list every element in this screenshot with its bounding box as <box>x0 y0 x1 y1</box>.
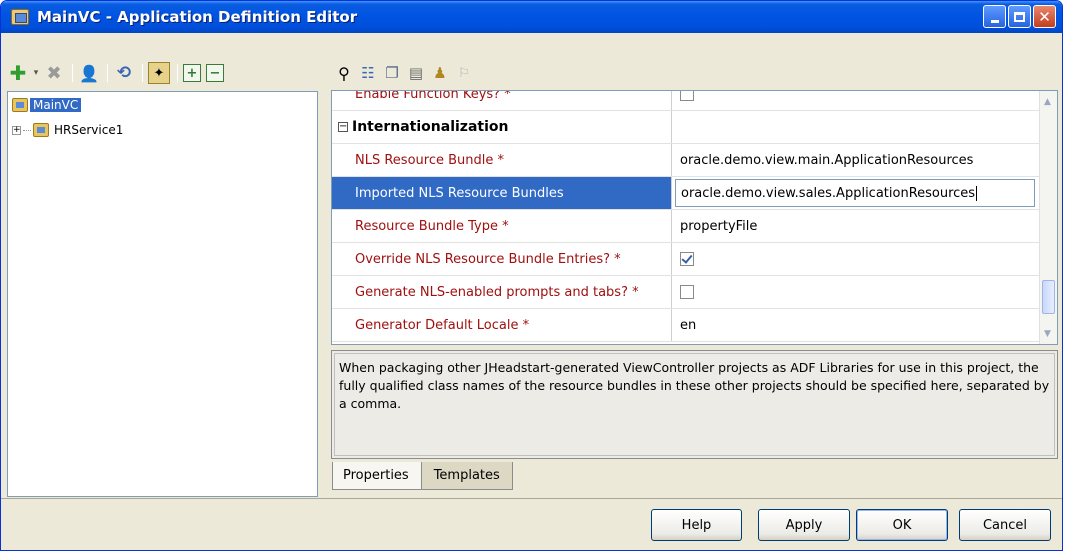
tree-item-mainvc[interactable]: MainVC <box>12 96 82 114</box>
property-name: Imported NLS Resource Bundles <box>332 177 672 209</box>
pin-icon[interactable]: ⚐ <box>453 62 475 84</box>
property-value[interactable]: propertyFile <box>673 210 1039 242</box>
property-value[interactable]: en <box>673 309 1039 341</box>
window-controls: ✕ <box>983 5 1056 28</box>
property-description-panel: When packaging other JHeadstart-generate… <box>331 350 1058 459</box>
toolbar-separator <box>177 64 178 82</box>
tab-templates[interactable]: Templates <box>420 462 513 490</box>
divider <box>1 498 1062 499</box>
editor-tabs: Properties Templates <box>332 462 513 492</box>
help-button[interactable]: Help <box>651 509 742 541</box>
property-row[interactable]: Generator Default Locale * en <box>332 309 1039 342</box>
lamp-icon[interactable]: ♟ <box>429 62 451 84</box>
generate-nls-prompts-checkbox[interactable] <box>680 285 694 299</box>
expand-node-icon[interactable]: + <box>12 125 21 135</box>
section-value <box>673 111 1039 143</box>
app-icon <box>11 9 29 25</box>
user-icon[interactable]: 👤 <box>78 62 100 84</box>
property-name: Generate NLS-enabled prompts and tabs? * <box>332 276 672 308</box>
property-grid-scrollbar[interactable]: ▲ ▼ <box>1039 91 1057 344</box>
property-toolbar: ⚲ ☷ ❐ ▤ ♟ ⚐ <box>333 59 477 87</box>
expand-icon[interactable]: + <box>183 64 201 82</box>
wizard-icon[interactable]: ✦ <box>148 62 170 84</box>
dropdown-arrow-icon[interactable]: ▾ <box>31 62 41 84</box>
imported-nls-bundles-input[interactable]: oracle.demo.view.sales.ApplicationResour… <box>675 179 1035 207</box>
tree-connector <box>23 129 31 131</box>
apply-button[interactable]: Apply <box>758 509 850 541</box>
tree-item-label: MainVC <box>30 98 82 112</box>
tree-item-label: HRService1 <box>54 123 124 137</box>
cancel-button[interactable]: Cancel <box>959 509 1051 541</box>
property-row[interactable]: Generate NLS-enabled prompts and tabs? * <box>332 276 1039 309</box>
tree-toolbar: ✚ ▾ ✖ 👤 ⟲ ✦ + − <box>7 59 226 87</box>
section-header: − Internationalization <box>332 111 672 143</box>
close-icon: ✕ <box>1038 7 1051 26</box>
toolbar-separator <box>72 64 73 82</box>
tree-view-icon[interactable]: ☷ <box>357 62 379 84</box>
property-row[interactable]: Enable Function Keys? * <box>332 91 1039 111</box>
close-button[interactable]: ✕ <box>1033 5 1056 28</box>
collapse-icon[interactable]: − <box>206 64 224 82</box>
scrollbar-thumb[interactable] <box>1042 280 1055 314</box>
copy-icon[interactable]: ❐ <box>381 62 403 84</box>
definition-tree[interactable]: MainVC + HRService1 <box>7 91 318 497</box>
property-row[interactable]: Override NLS Resource Bundle Entries? * <box>332 243 1039 276</box>
collapse-section-icon[interactable]: − <box>338 122 348 132</box>
scroll-up-icon[interactable]: ▲ <box>1044 97 1051 107</box>
ok-button[interactable]: OK <box>856 509 948 541</box>
tree-item-hrservice1[interactable]: + HRService1 <box>12 121 126 139</box>
section-row[interactable]: − Internationalization <box>332 111 1039 144</box>
toolbar-separator <box>107 64 108 82</box>
application-definition-editor-window: MainVC - Application Definition Editor ✕… <box>0 0 1063 551</box>
find-icon[interactable]: ⚲ <box>333 62 355 84</box>
property-value: oracle.demo.view.sales.ApplicationResour… <box>673 177 1039 209</box>
delete-icon[interactable]: ✖ <box>43 62 65 84</box>
maximize-button[interactable] <box>1008 5 1031 28</box>
paste-icon[interactable]: ▤ <box>405 62 427 84</box>
property-row[interactable]: NLS Resource Bundle * oracle.demo.view.m… <box>332 144 1039 177</box>
property-row[interactable]: Resource Bundle Type * propertyFile <box>332 210 1039 243</box>
property-name: Generator Default Locale * <box>332 309 672 341</box>
section-title: Internationalization <box>352 119 509 135</box>
property-value[interactable]: oracle.demo.view.main.ApplicationResourc… <box>673 144 1039 176</box>
property-description: When packaging other JHeadstart-generate… <box>334 353 1055 456</box>
tab-properties[interactable]: Properties <box>332 462 422 490</box>
input-text: oracle.demo.view.sales.ApplicationResour… <box>681 185 976 201</box>
toolbar-separator <box>142 64 143 82</box>
scroll-down-icon[interactable]: ▼ <box>1044 329 1051 339</box>
minimize-icon <box>990 19 999 23</box>
add-icon[interactable]: ✚ <box>7 61 29 85</box>
application-icon <box>12 98 28 112</box>
enable-function-keys-checkbox[interactable] <box>680 91 694 101</box>
text-caret <box>976 185 978 201</box>
property-value <box>673 91 1039 110</box>
property-name: Resource Bundle Type * <box>332 210 672 242</box>
minimize-button[interactable] <box>983 5 1006 28</box>
property-grid: Enable Function Keys? * − Internationali… <box>331 90 1058 345</box>
maximize-icon <box>1014 11 1025 22</box>
title-bar[interactable]: MainVC - Application Definition Editor ✕ <box>1 1 1062 33</box>
property-value <box>673 243 1039 275</box>
property-name: Enable Function Keys? * <box>332 91 672 110</box>
property-name: NLS Resource Bundle * <box>332 144 672 176</box>
property-row[interactable]: Imported NLS Resource Bundles oracle.dem… <box>332 177 1039 210</box>
window-title: MainVC - Application Definition Editor <box>37 8 358 26</box>
refresh-icon[interactable]: ⟲ <box>113 62 135 84</box>
property-value <box>673 276 1039 308</box>
service-icon <box>33 123 49 137</box>
property-name: Override NLS Resource Bundle Entries? * <box>332 243 672 275</box>
override-nls-entries-checkbox[interactable] <box>680 252 694 266</box>
